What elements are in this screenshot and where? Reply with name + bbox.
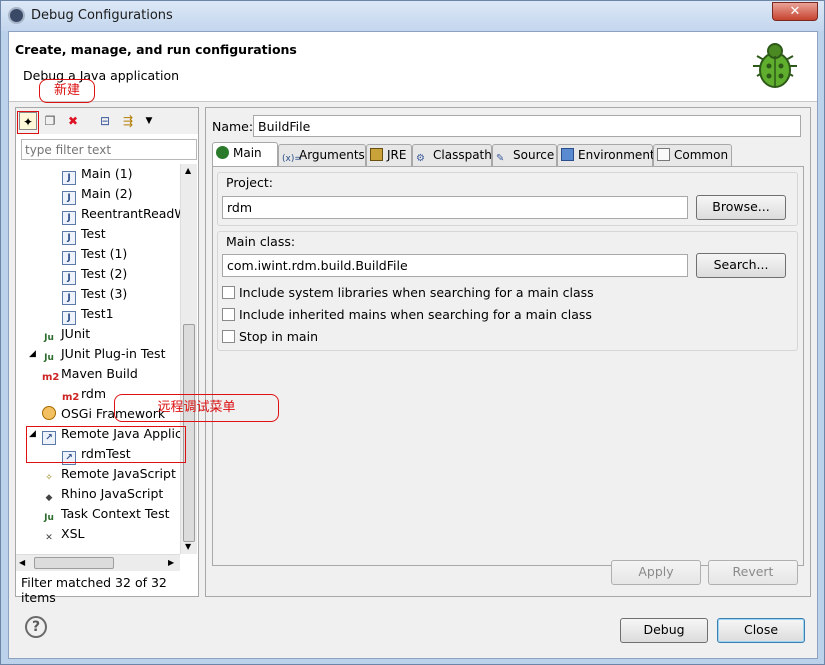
- filter-config-icon[interactable]: ⇶: [119, 112, 137, 130]
- maven-icon: m2: [42, 372, 60, 383]
- include-system-libraries-checkbox[interactable]: Include system libraries when searching …: [222, 285, 594, 300]
- main-icon: [216, 146, 229, 159]
- annotation-new: 新建: [39, 79, 95, 103]
- window-title: Debug Configurations: [31, 8, 173, 23]
- apply-button[interactable]: Apply: [611, 560, 701, 585]
- tab-classpath[interactable]: ⚙ Classpath: [412, 144, 492, 166]
- debug-button[interactable]: Debug: [620, 618, 708, 643]
- window-close-button[interactable]: ✕: [772, 2, 818, 21]
- java-app-icon: J: [62, 231, 76, 245]
- java-app-icon: J: [62, 271, 76, 285]
- java-app-icon: J: [62, 211, 76, 225]
- scroll-left-icon[interactable]: ◀: [19, 558, 25, 567]
- tree-item[interactable]: J Test (1): [62, 244, 127, 265]
- main-tab-panel: Project: Browse... Main class: Search...…: [212, 166, 804, 566]
- tab-environment[interactable]: Environment: [557, 144, 655, 166]
- tree-horizontal-scrollbar[interactable]: ◀ ▶: [16, 554, 180, 571]
- java-app-icon: J: [62, 251, 76, 265]
- jre-icon: [370, 148, 383, 161]
- duplicate-config-icon[interactable]: ❐: [41, 112, 59, 130]
- configurations-panel: ✦ ❐ ✖ ⊟ ⇶ ▼ JMain (1) JMain (2) JReentra…: [15, 107, 199, 605]
- tree-item[interactable]: J Test1: [62, 304, 114, 325]
- tree-item-rhino[interactable]: ◆ Rhino JavaScript: [42, 484, 164, 504]
- java-app-icon: J: [62, 171, 76, 185]
- collapse-all-icon[interactable]: ⊟: [96, 112, 114, 130]
- stop-in-main-checkbox[interactable]: Stop in main: [222, 329, 318, 344]
- tree-item[interactable]: J Main (2): [62, 184, 133, 205]
- name-label: Name:: [212, 119, 254, 134]
- header-title: Create, manage, and run configurations: [15, 42, 297, 57]
- main-class-label: Main class:: [226, 234, 296, 249]
- filter-input[interactable]: [21, 139, 197, 160]
- tree-item-xsl[interactable]: ✕ XSL: [42, 524, 84, 544]
- tree-item-junit-plugin[interactable]: Ju JUnit Plug-in Test: [42, 344, 165, 364]
- tree-item[interactable]: J Test (2): [62, 264, 127, 285]
- java-app-icon: J: [62, 291, 76, 305]
- new-config-highlight: [17, 111, 39, 134]
- search-button[interactable]: Search...: [696, 253, 786, 278]
- tree-item-maven[interactable]: m2 Maven Build: [42, 364, 138, 384]
- xsl-icon: ✕: [45, 533, 53, 543]
- tab-strip: Main (x)=Arguments JRE ⚙ Classpath ✎ Sourc…: [212, 142, 804, 166]
- view-menu-icon[interactable]: ▼: [140, 112, 158, 130]
- tab-jre[interactable]: JRE: [366, 144, 412, 166]
- tree-vertical-scrollbar[interactable]: ▲ ▼: [180, 164, 197, 554]
- name-field[interactable]: [253, 115, 801, 137]
- project-group: Project: Browse...: [217, 172, 798, 226]
- source-icon: ✎: [496, 153, 505, 164]
- scroll-right-icon[interactable]: ▶: [168, 558, 174, 567]
- project-field[interactable]: [222, 196, 688, 219]
- classpath-icon: ⚙: [416, 153, 425, 164]
- include-inherited-mains-checkbox[interactable]: Include inherited mains when searching f…: [222, 307, 592, 322]
- main-class-field[interactable]: [222, 254, 688, 277]
- tab-common[interactable]: Common: [653, 144, 732, 166]
- tree-item[interactable]: J Test: [62, 224, 106, 245]
- annotation-remote: 远程调试菜单: [114, 394, 279, 422]
- checkbox-icon: [222, 286, 235, 299]
- scroll-thumb[interactable]: [34, 557, 114, 569]
- osgi-icon: [42, 406, 56, 420]
- debug-configurations-window: Debug Configurations ✕ Create, manage, a…: [0, 0, 825, 665]
- title-bar: Debug Configurations ✕: [1, 1, 824, 31]
- dialog-header: Create, manage, and run configurations D…: [9, 32, 817, 102]
- help-icon[interactable]: ?: [25, 616, 47, 638]
- debug-bug-icon: [753, 43, 797, 88]
- tree-item-remote-javascript[interactable]: ✧ Remote JavaScript: [42, 464, 176, 484]
- expand-maven-icon[interactable]: ◢: [29, 349, 36, 359]
- tree-item-task-context[interactable]: Ju Task Context Test: [42, 504, 169, 524]
- java-app-icon: J: [62, 311, 76, 325]
- revert-button[interactable]: Revert: [708, 560, 798, 585]
- configuration-editor: Name: Main (x)=Arguments JRE ⚙Classpath …: [205, 107, 811, 597]
- filter-status: Filter matched 32 of 32 items: [21, 575, 167, 605]
- project-label: Project:: [226, 175, 273, 190]
- environment-icon: [561, 148, 574, 161]
- tab-arguments[interactable]: (x)=Arguments: [278, 144, 366, 166]
- tab-source[interactable]: ✎ Source: [492, 144, 557, 166]
- dialog-client: Create, manage, and run configurations D…: [8, 31, 818, 659]
- scroll-up-icon[interactable]: ▲: [185, 166, 191, 175]
- delete-config-icon[interactable]: ✖: [64, 112, 82, 130]
- configurations-tree: J Main (1) J Main (2) J ReentrantReadW J Tes…: [16, 164, 180, 554]
- tree-item[interactable]: m2 rdm: [62, 384, 106, 404]
- close-button[interactable]: Close: [717, 618, 805, 643]
- tab-main[interactable]: Main: [212, 142, 278, 166]
- arguments-icon: (x)=: [282, 154, 302, 164]
- java-app-icon: J: [62, 191, 76, 205]
- scroll-down-icon[interactable]: ▼: [185, 542, 191, 551]
- main-class-group: Main class: Search... Include system lib…: [217, 231, 798, 351]
- checkbox-icon: [222, 308, 235, 321]
- tree-item[interactable]: J Test (3): [62, 284, 127, 305]
- common-icon: [657, 148, 670, 161]
- tree-item[interactable]: J ReentrantReadW: [62, 204, 180, 225]
- configurations-toolbar: ✦ ❐ ✖ ⊟ ⇶ ▼: [16, 108, 198, 134]
- remote-java-highlight: [26, 426, 186, 463]
- tree-item-junit[interactable]: Ju JUnit: [42, 324, 90, 344]
- debug-app-icon: [8, 7, 25, 24]
- tree-item[interactable]: J Main (1): [62, 164, 133, 185]
- browse-button[interactable]: Browse...: [696, 195, 786, 220]
- checkbox-icon: [222, 330, 235, 343]
